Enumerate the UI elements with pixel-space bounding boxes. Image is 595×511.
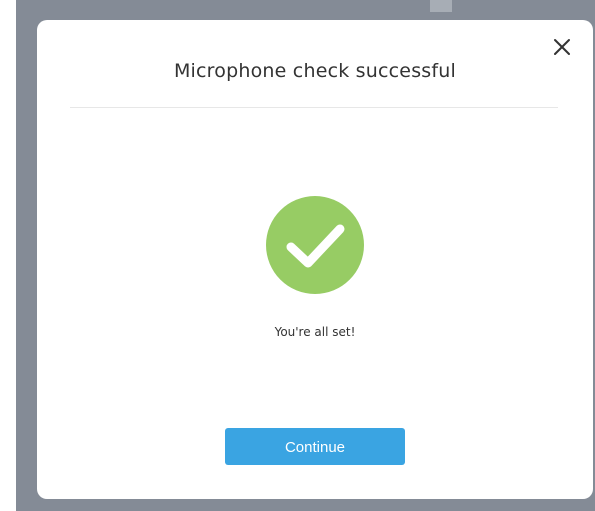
close-icon bbox=[554, 39, 570, 55]
close-button[interactable] bbox=[551, 36, 573, 58]
dialog-title: Microphone check successful bbox=[173, 60, 457, 82]
status-message: You're all set! bbox=[274, 325, 356, 339]
title-divider bbox=[70, 107, 558, 108]
check-circle-icon bbox=[266, 196, 364, 294]
backdrop-tab bbox=[430, 0, 452, 12]
microphone-check-dialog: Microphone check successful You're all s… bbox=[37, 20, 593, 499]
continue-button[interactable]: Continue bbox=[225, 428, 405, 465]
